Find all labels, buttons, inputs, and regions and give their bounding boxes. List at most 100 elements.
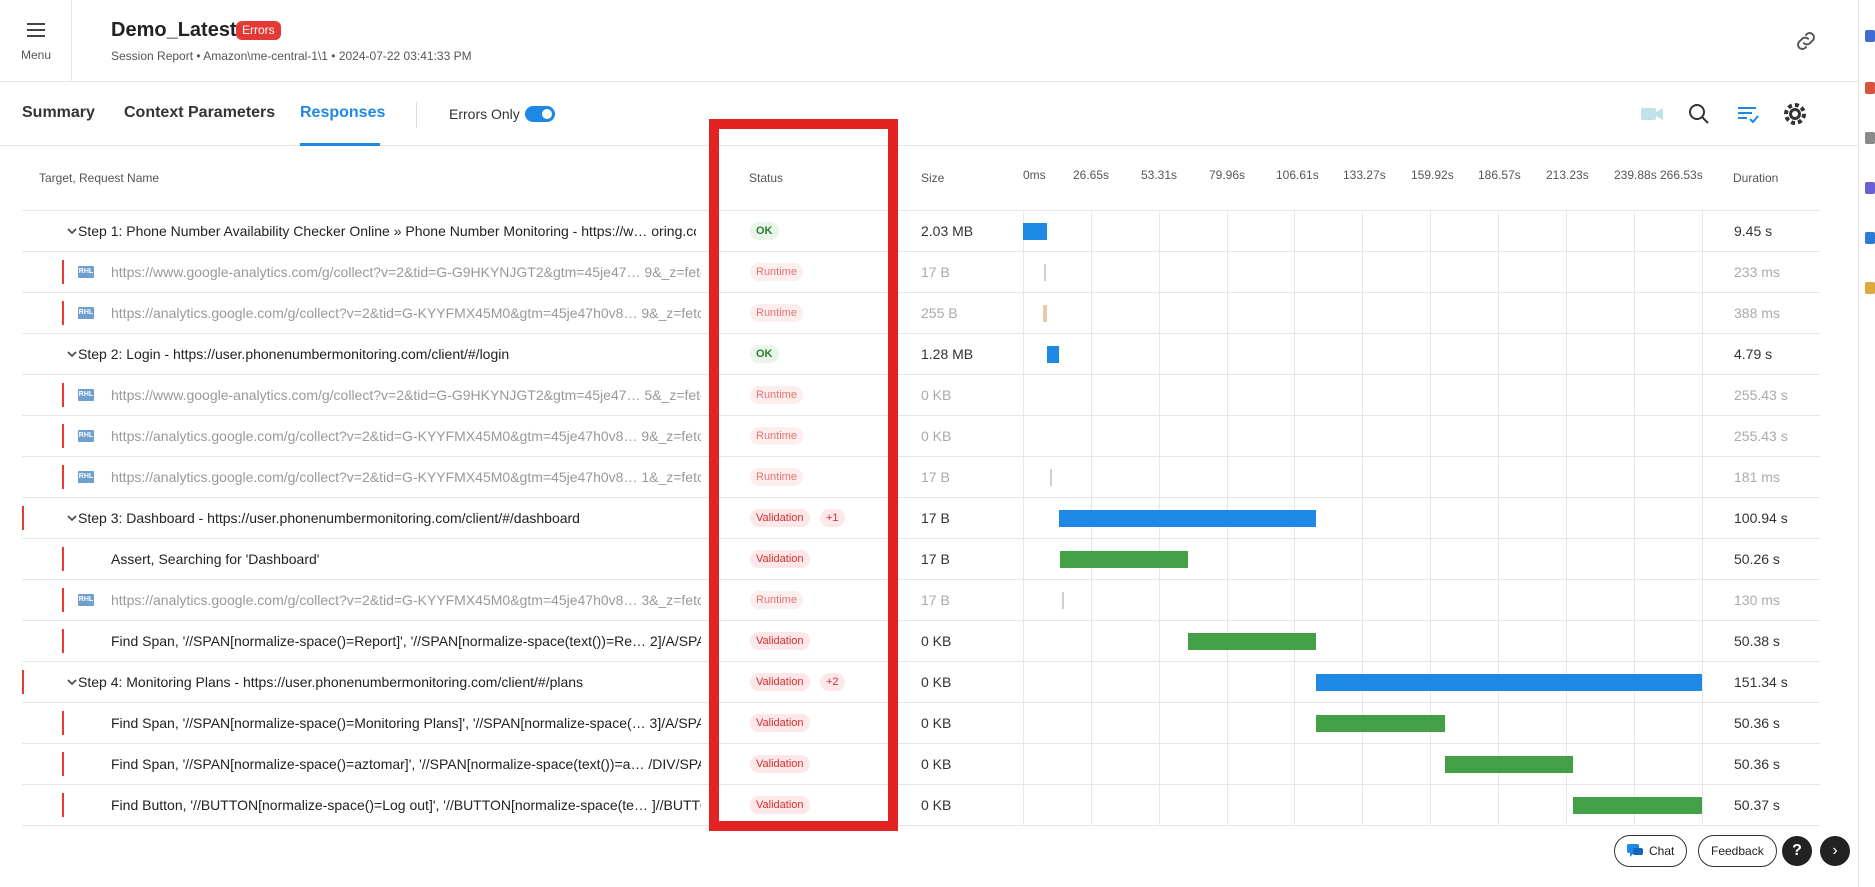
chevron-down-icon[interactable]	[66, 348, 78, 360]
errors-badge: Errors	[236, 21, 281, 40]
errors-only-toggle[interactable]	[525, 106, 555, 122]
column-target: Target, Request Name	[39, 171, 160, 185]
timeline-tick-label: 26.65s	[1073, 168, 1110, 182]
duration-value: 4.79 s	[1734, 346, 1773, 362]
duration-value: 255.43 s	[1734, 428, 1788, 444]
tab-divider	[416, 102, 417, 128]
step-row[interactable]: Step 1: Phone Number Availability Checke…	[22, 211, 1820, 252]
edge-app-icon[interactable]	[1865, 82, 1875, 94]
timeline-bar[interactable]	[1049, 469, 1052, 486]
timeline-bar[interactable]	[1188, 633, 1317, 650]
table-row[interactable]: Find Span, '//SPAN[normalize-space()=azt…	[22, 744, 1820, 785]
size-value: 0 KB	[921, 387, 952, 403]
tab-context-parameters[interactable]: Context Parameters	[124, 104, 275, 122]
table-row[interactable]: Find Button, '//BUTTON[normalize-space()…	[22, 785, 1820, 826]
timeline-tick-label: 106.61s	[1276, 168, 1319, 182]
gear-icon[interactable]	[1781, 100, 1809, 128]
table-row[interactable]: Assert, Searching for 'Dashboard' Validat…	[22, 539, 1820, 580]
chat-icon	[1627, 844, 1643, 857]
timeline-bar[interactable]	[1573, 797, 1702, 814]
timeline-bar[interactable]	[1043, 264, 1046, 281]
menu-button[interactable]: Menu	[0, 0, 72, 82]
timeline-bar[interactable]	[1047, 346, 1060, 363]
request-name: https://analytics.google.com/g/collect?v…	[111, 592, 701, 608]
timeline-bar[interactable]	[1316, 715, 1445, 732]
table-row[interactable]: RHL https://www.google-analytics.com/g/co…	[22, 252, 1820, 293]
duration-value: 130 ms	[1734, 592, 1780, 608]
size-value: 0 KB	[921, 756, 952, 772]
duration-value: 388 ms	[1734, 305, 1780, 321]
header: Menu Demo_Latest Errors Session Report •…	[0, 0, 1858, 82]
tab-summary[interactable]: Summary	[22, 104, 95, 122]
size-value: 17 B	[921, 469, 950, 485]
hamburger-icon	[27, 23, 45, 37]
timeline-bar[interactable]	[1023, 223, 1048, 240]
timeline-bar[interactable]	[1444, 756, 1574, 773]
video-icon[interactable]	[1638, 100, 1666, 128]
timeline-bar[interactable]	[1062, 592, 1065, 609]
page-title: Demo_Latest	[111, 19, 237, 41]
timeline-tick-label: 186.57s	[1478, 168, 1521, 182]
error-marker	[62, 629, 64, 653]
step-row[interactable]: Step 3: Dashboard - https://user.phonenu…	[22, 498, 1820, 539]
help-button[interactable]: ?	[1782, 836, 1812, 866]
expand-panel-button[interactable]: ›	[1820, 836, 1850, 866]
feedback-button[interactable]: Feedback	[1698, 835, 1777, 867]
timeline-tick-label: 159.92s	[1411, 168, 1454, 182]
tab-responses[interactable]: Responses	[300, 104, 385, 122]
request-name: Find Span, '//SPAN[normalize-space()=azt…	[111, 756, 701, 772]
timeline-bar[interactable]	[1043, 305, 1048, 322]
timeline-tick-label: 79.96s	[1209, 168, 1246, 182]
error-marker	[62, 588, 64, 612]
duration-value: 9.45 s	[1734, 223, 1773, 239]
table-row[interactable]: RHL https://analytics.google.com/g/collec…	[22, 416, 1820, 457]
size-value: 1.28 MB	[921, 346, 974, 362]
timeline-tick-label: 213.23s	[1546, 168, 1589, 182]
right-edge-toolbar	[1858, 0, 1875, 887]
request-name: Step 3: Dashboard - https://user.phonenu…	[78, 510, 580, 526]
duration-value: 100.94 s	[1734, 510, 1788, 526]
error-marker	[62, 547, 64, 571]
chevron-down-icon[interactable]	[66, 225, 78, 237]
error-marker	[22, 506, 24, 530]
column-duration: Duration	[1733, 171, 1779, 185]
request-name: https://analytics.google.com/g/collect?v…	[111, 305, 701, 321]
table-row[interactable]: RHL https://analytics.google.com/g/collec…	[22, 580, 1820, 621]
timeline-bar[interactable]	[1316, 674, 1702, 691]
duration-value: 50.38 s	[1734, 633, 1780, 649]
table-row[interactable]: Find Span, '//SPAN[normalize-space()=Mon…	[22, 703, 1820, 744]
timeline-bar[interactable]	[1059, 510, 1317, 527]
request-name: Find Button, '//BUTTON[normalize-space()…	[111, 797, 701, 813]
table-row[interactable]: RHL https://analytics.google.com/g/collec…	[22, 457, 1820, 498]
timeline-bar[interactable]	[1059, 551, 1188, 568]
duration-value: 181 ms	[1734, 469, 1780, 485]
table-row[interactable]: Find Span, '//SPAN[normalize-space()=Rep…	[22, 621, 1820, 662]
size-value: 0 KB	[921, 674, 952, 690]
request-name: Find Span, '//SPAN[normalize-space()=Rep…	[111, 633, 701, 649]
error-marker	[62, 383, 64, 407]
edge-app-icon[interactable]	[1865, 182, 1875, 194]
chevron-down-icon[interactable]	[66, 676, 78, 688]
duration-value: 50.36 s	[1734, 756, 1780, 772]
edge-app-icon[interactable]	[1865, 132, 1875, 144]
search-icon[interactable]	[1685, 100, 1713, 128]
request-icon: RHL	[78, 307, 94, 319]
chevron-down-icon[interactable]	[66, 512, 78, 524]
link-icon[interactable]	[1793, 28, 1819, 54]
request-icon: RHL	[78, 430, 94, 442]
chat-button[interactable]: Chat	[1614, 835, 1688, 867]
step-row[interactable]: Step 2: Login - https://user.phonenumber…	[22, 334, 1820, 375]
edge-app-icon[interactable]	[1865, 282, 1875, 294]
error-marker	[62, 424, 64, 448]
error-marker	[62, 793, 64, 817]
table-row[interactable]: RHL https://www.google-analytics.com/g/co…	[22, 375, 1820, 416]
edge-app-icon[interactable]	[1865, 232, 1875, 244]
duration-value: 50.26 s	[1734, 551, 1780, 567]
request-name: https://analytics.google.com/g/collect?v…	[111, 428, 701, 444]
status-column-highlight	[709, 119, 898, 831]
table-row[interactable]: RHL https://analytics.google.com/g/collec…	[22, 293, 1820, 334]
filter-icon[interactable]	[1734, 100, 1762, 128]
menu-label: Menu	[20, 48, 52, 62]
edge-app-icon[interactable]	[1865, 30, 1875, 42]
step-row[interactable]: Step 4: Monitoring Plans - https://user.…	[22, 662, 1820, 703]
